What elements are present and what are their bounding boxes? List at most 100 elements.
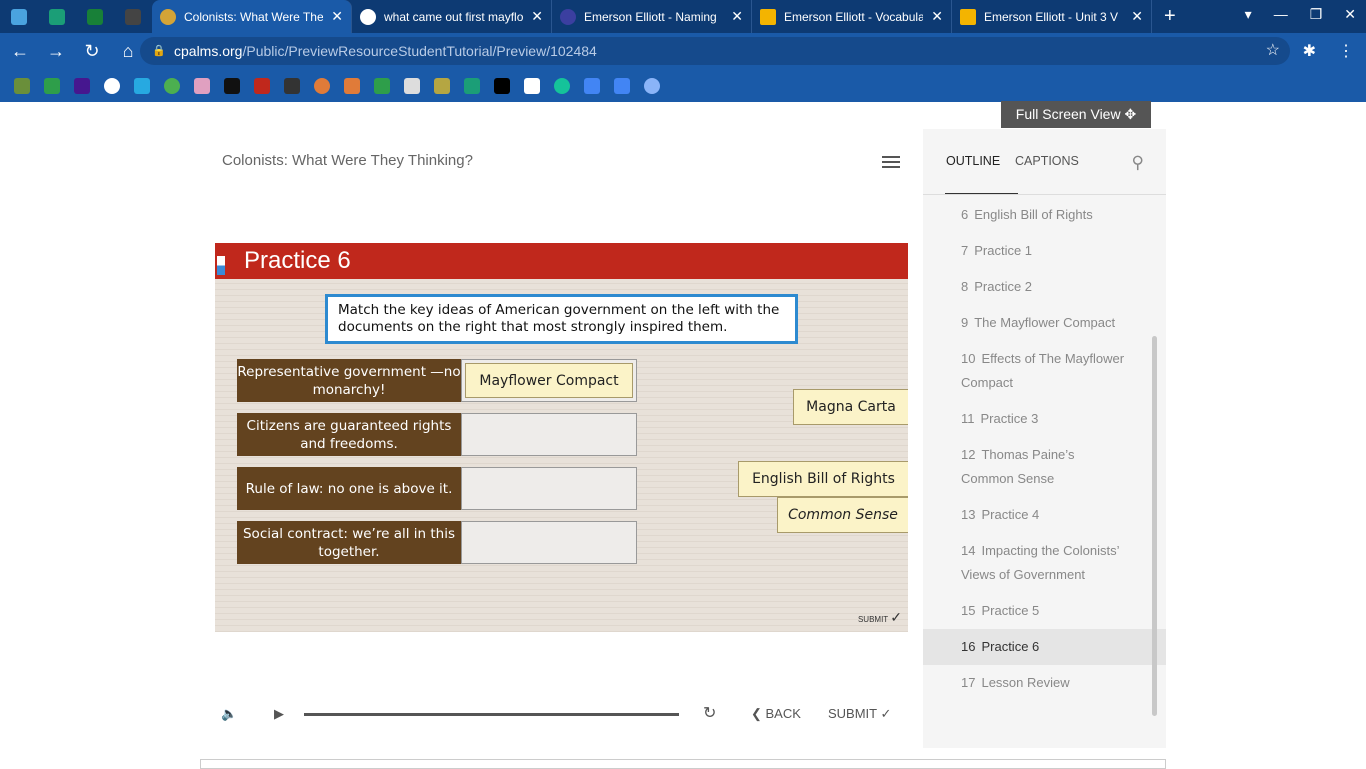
restore-icon[interactable]: ❐ (1310, 6, 1323, 23)
bookmark-icon[interactable] (494, 77, 510, 94)
outline-item[interactable]: 10 Effects of The Mayflower Compact (923, 341, 1166, 401)
outline-item[interactable]: 12 Thomas Paine’s Common Sense (923, 437, 1166, 497)
outline-item-label: English Bill of Rights (974, 207, 1093, 222)
bookmark-icon[interactable] (14, 77, 30, 94)
address-bar[interactable]: 🔒 cpalms.org/Public/PreviewResourceStuden… (140, 37, 1290, 65)
outline-item[interactable]: 7 Practice 1 (923, 233, 1166, 269)
extensions-icon[interactable]: ✱ (1303, 41, 1316, 61)
browser-tab[interactable]: what came out first mayflower✕ (352, 0, 552, 33)
reload-icon[interactable]: ↻ (76, 41, 108, 62)
full-screen-button[interactable]: Full Screen View ✥ (1001, 101, 1151, 128)
slide-banner: Practice 6 (215, 243, 908, 279)
back-button[interactable]: ❮ BACK (751, 706, 801, 722)
outline-item-label: Practice 2 (974, 279, 1033, 294)
scrollbar[interactable] (1152, 336, 1157, 716)
close-icon[interactable]: ✕ (931, 8, 943, 25)
browser-tab[interactable]: Emerson Elliott - Naming ✕ (552, 0, 752, 33)
outline-item[interactable]: 15 Practice 5 (923, 593, 1166, 629)
bookmark-icon[interactable] (254, 77, 270, 94)
drop-zone[interactable] (461, 467, 637, 510)
drop-zone[interactable]: Mayflower Compact (461, 359, 637, 402)
back-icon[interactable]: ← (4, 41, 36, 62)
menu-icon[interactable]: ⋮ (1338, 41, 1354, 61)
close-icon[interactable]: ✕ (531, 8, 543, 25)
tab-search-icon[interactable]: ▾ (1245, 6, 1252, 23)
outline-item[interactable]: 11 Practice 3 (923, 401, 1166, 437)
outline-item[interactable]: 14 Impacting the Colonists’ Views of Gove… (923, 533, 1166, 593)
bookmark-icon[interactable] (554, 77, 570, 94)
document-card[interactable]: Mayflower Compact (465, 363, 633, 398)
drop-zone[interactable] (461, 521, 637, 564)
outline-item[interactable]: 9 The Mayflower Compact (923, 305, 1166, 341)
browser-tab[interactable]: Emerson Elliott - Vocabulary ✕ (752, 0, 952, 33)
browser-tab[interactable]: Colonists: What Were They Thinking?✕ (152, 0, 352, 33)
outline-item-number: 8 (961, 279, 969, 294)
close-icon[interactable]: ✕ (331, 8, 343, 25)
outline-item-number: 10 (961, 351, 976, 366)
close-icon[interactable]: ✕ (731, 8, 743, 25)
google-icon (360, 8, 376, 25)
drop-zone[interactable] (461, 413, 637, 456)
close-window-icon[interactable]: ✕ (1344, 6, 1356, 23)
hamburger-menu-icon[interactable] (882, 156, 900, 171)
volume-icon[interactable]: 🔈 (221, 706, 237, 722)
document-card[interactable]: Common Sense (777, 497, 908, 533)
pinned-tab[interactable] (114, 0, 152, 33)
bookmark-icon[interactable] (104, 77, 120, 94)
outline-item-number: 15 (961, 603, 976, 618)
match-row: Representative government —no monarchy! M… (237, 359, 637, 402)
browser-toolbar: ← → ↻ ⌂ 🔒 cpalms.org/Public/PreviewResour… (0, 33, 1366, 69)
outline-item[interactable]: 13 Practice 4 (923, 497, 1166, 533)
pinned-tab[interactable] (0, 0, 38, 33)
bookmark-icon[interactable] (44, 77, 60, 94)
match-row: Citizens are guaranteed rights and freed… (237, 413, 637, 456)
bookmark-icon[interactable] (404, 77, 420, 94)
slide-submit-button[interactable]: SUBMIT ✓ (858, 609, 902, 626)
outline-item-label: Impacting the Colonists’ Views of Govern… (961, 543, 1119, 582)
close-icon[interactable]: ✕ (1131, 8, 1143, 25)
outline-item-number: 17 (961, 675, 976, 690)
bookmark-icon[interactable] (164, 77, 180, 94)
minimize-icon[interactable]: — (1274, 6, 1288, 23)
bookmark-icon[interactable] (614, 77, 630, 94)
outline-item-label: Practice 3 (980, 411, 1039, 426)
bookmark-icon[interactable] (314, 77, 330, 94)
outline-item-label: Practice 5 (981, 603, 1040, 618)
new-tab-button[interactable]: + (1164, 5, 1176, 28)
bookmark-icon[interactable] (434, 77, 450, 94)
pinned-tab[interactable] (38, 0, 76, 33)
bookmark-icon[interactable] (584, 77, 600, 94)
bookmark-icon[interactable] (74, 77, 90, 94)
bookmark-icon[interactable] (644, 77, 660, 94)
bookmark-icon[interactable] (464, 77, 480, 94)
bookmark-icon[interactable] (284, 77, 300, 94)
submit-button[interactable]: SUBMIT ✓ (828, 706, 891, 722)
tab-outline[interactable]: OUTLINE (944, 154, 1019, 194)
bookmark-icon[interactable] (224, 77, 240, 94)
progress-bar[interactable] (304, 713, 679, 716)
outline-item[interactable]: 17 Lesson Review (923, 665, 1166, 701)
outline-item-number: 9 (961, 315, 969, 330)
bookmark-icon[interactable] (524, 77, 540, 94)
bookmark-icon[interactable] (344, 77, 360, 94)
bookmark-icon[interactable] (194, 77, 210, 94)
tab-captions[interactable]: CAPTIONS (1015, 154, 1079, 168)
tab-strip: Colonists: What Were They Thinking?✕ wha… (0, 0, 1366, 33)
bookmark-icon[interactable] (134, 77, 150, 94)
bookmark-star-icon[interactable]: ☆ (1266, 37, 1280, 65)
outline-item[interactable]: 6 English Bill of Rights (923, 197, 1166, 233)
document-card[interactable]: Magna Carta (793, 389, 908, 425)
play-icon[interactable]: ▶ (274, 706, 284, 722)
pinned-tab[interactable] (76, 0, 114, 33)
outline-item-number: 6 (961, 207, 969, 222)
player-controls: 🔈 ▶ ↻ ❮ BACK SUBMIT ✓ (215, 700, 908, 730)
bookmark-icon[interactable] (374, 77, 390, 94)
outline-item-number: 12 (961, 447, 976, 462)
document-card[interactable]: English Bill of Rights (738, 461, 908, 497)
search-icon[interactable]: ⚲ (1132, 153, 1144, 173)
replay-icon[interactable]: ↻ (703, 703, 716, 723)
forward-icon[interactable]: → (40, 41, 72, 62)
browser-tab[interactable]: Emerson Elliott - Unit 3 V ✕ (952, 0, 1152, 33)
outline-item[interactable]: 8 Practice 2 (923, 269, 1166, 305)
outline-item[interactable]: 16 Practice 6 (923, 629, 1166, 665)
